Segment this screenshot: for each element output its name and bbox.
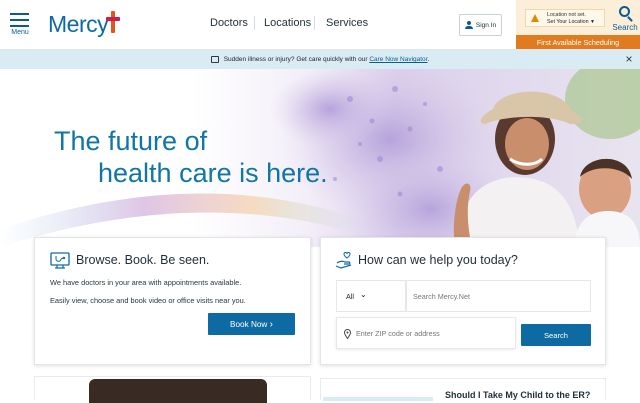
article-thumbnail bbox=[323, 397, 433, 401]
hamburger-bar bbox=[10, 25, 29, 27]
site-search-input[interactable]: Search Mercy.Net bbox=[406, 280, 591, 312]
care-now-navigator-link[interactable]: Care Now Navigator bbox=[369, 56, 427, 63]
nav-doctors[interactable]: Doctors bbox=[210, 17, 248, 29]
site-search-placeholder: Search Mercy.Net bbox=[413, 292, 470, 301]
hero-banner: The future of health care is here. bbox=[0, 69, 640, 247]
chevron-right-icon: › bbox=[269, 318, 273, 330]
zip-placeholder: Enter ZIP code or address bbox=[356, 329, 440, 338]
article-image[interactable] bbox=[89, 379, 267, 403]
nav-services[interactable]: Services bbox=[326, 17, 368, 29]
book-now-button[interactable]: Book Now › bbox=[208, 313, 295, 335]
sign-in-label: Sign In bbox=[475, 21, 497, 29]
browse-card-text-1: We have doctors in your area with appoin… bbox=[50, 278, 242, 287]
alert-text: Sudden illness or injury? Get care quick… bbox=[223, 56, 430, 63]
category-select-value: All bbox=[346, 292, 354, 301]
map-pin-icon bbox=[344, 329, 351, 339]
help-card-title: How can we help you today? bbox=[358, 253, 518, 267]
alert-banner: Sudden illness or injury? Get care quick… bbox=[0, 50, 640, 69]
nav-divider bbox=[254, 16, 255, 30]
hamburger-icon bbox=[10, 13, 29, 15]
nav-divider bbox=[314, 16, 315, 30]
logo-text: Mercy bbox=[48, 11, 109, 37]
monitor-stethoscope-icon bbox=[50, 252, 70, 269]
lower-right-card: Should I Take My Child to the ER? bbox=[320, 378, 606, 401]
book-now-label: Book Now bbox=[230, 319, 268, 329]
hero-heading-line1: The future of bbox=[54, 126, 208, 156]
browse-book-card: Browse. Book. Be seen. We have doctors i… bbox=[34, 237, 311, 365]
nav-locations[interactable]: Locations bbox=[264, 17, 311, 29]
helping-hand-icon bbox=[335, 252, 352, 269]
zip-address-input[interactable]: Enter ZIP code or address bbox=[336, 317, 516, 349]
hamburger-bar bbox=[10, 19, 29, 21]
menu-label: Menu bbox=[11, 29, 29, 36]
search-label: Search bbox=[612, 23, 638, 32]
set-location-button[interactable]: Location not set. Set Your Location ▼ bbox=[525, 9, 605, 27]
mercy-logo[interactable]: Mercy bbox=[48, 10, 121, 40]
sign-in-button[interactable]: Sign In bbox=[459, 14, 502, 36]
lower-left-card bbox=[34, 376, 311, 403]
set-location-label: Set Your Location ▼ bbox=[547, 19, 595, 25]
location-status: Location not set. bbox=[547, 12, 586, 18]
caret-down-icon: ▼ bbox=[590, 19, 595, 25]
menu-button[interactable]: Menu bbox=[8, 11, 32, 39]
first-available-scheduling-button[interactable]: First Available Scheduling bbox=[516, 35, 640, 49]
hero-heading-line2: health care is here. bbox=[98, 158, 328, 188]
browse-card-title: Browse. Book. Be seen. bbox=[76, 253, 210, 267]
person-icon bbox=[464, 21, 473, 29]
warning-icon bbox=[531, 14, 539, 22]
header-search-button[interactable]: Search bbox=[612, 4, 638, 34]
search-button[interactable]: Search bbox=[521, 324, 591, 346]
chat-icon bbox=[210, 56, 219, 63]
browse-card-text-2: Easily view, choose and book video or of… bbox=[50, 296, 246, 305]
search-icon-handle bbox=[627, 16, 633, 22]
cross-icon bbox=[106, 11, 121, 35]
category-select[interactable]: All ⌄ bbox=[336, 280, 406, 312]
chevron-down-icon: ⌄ bbox=[360, 290, 367, 299]
site-header: Menu Mercy Doctors Locations Services Si… bbox=[0, 0, 640, 50]
close-icon[interactable]: × bbox=[624, 53, 634, 65]
er-article-heading[interactable]: Should I Take My Child to the ER? bbox=[445, 390, 590, 400]
help-search-card: How can we help you today? All ⌄ Search … bbox=[320, 237, 606, 365]
